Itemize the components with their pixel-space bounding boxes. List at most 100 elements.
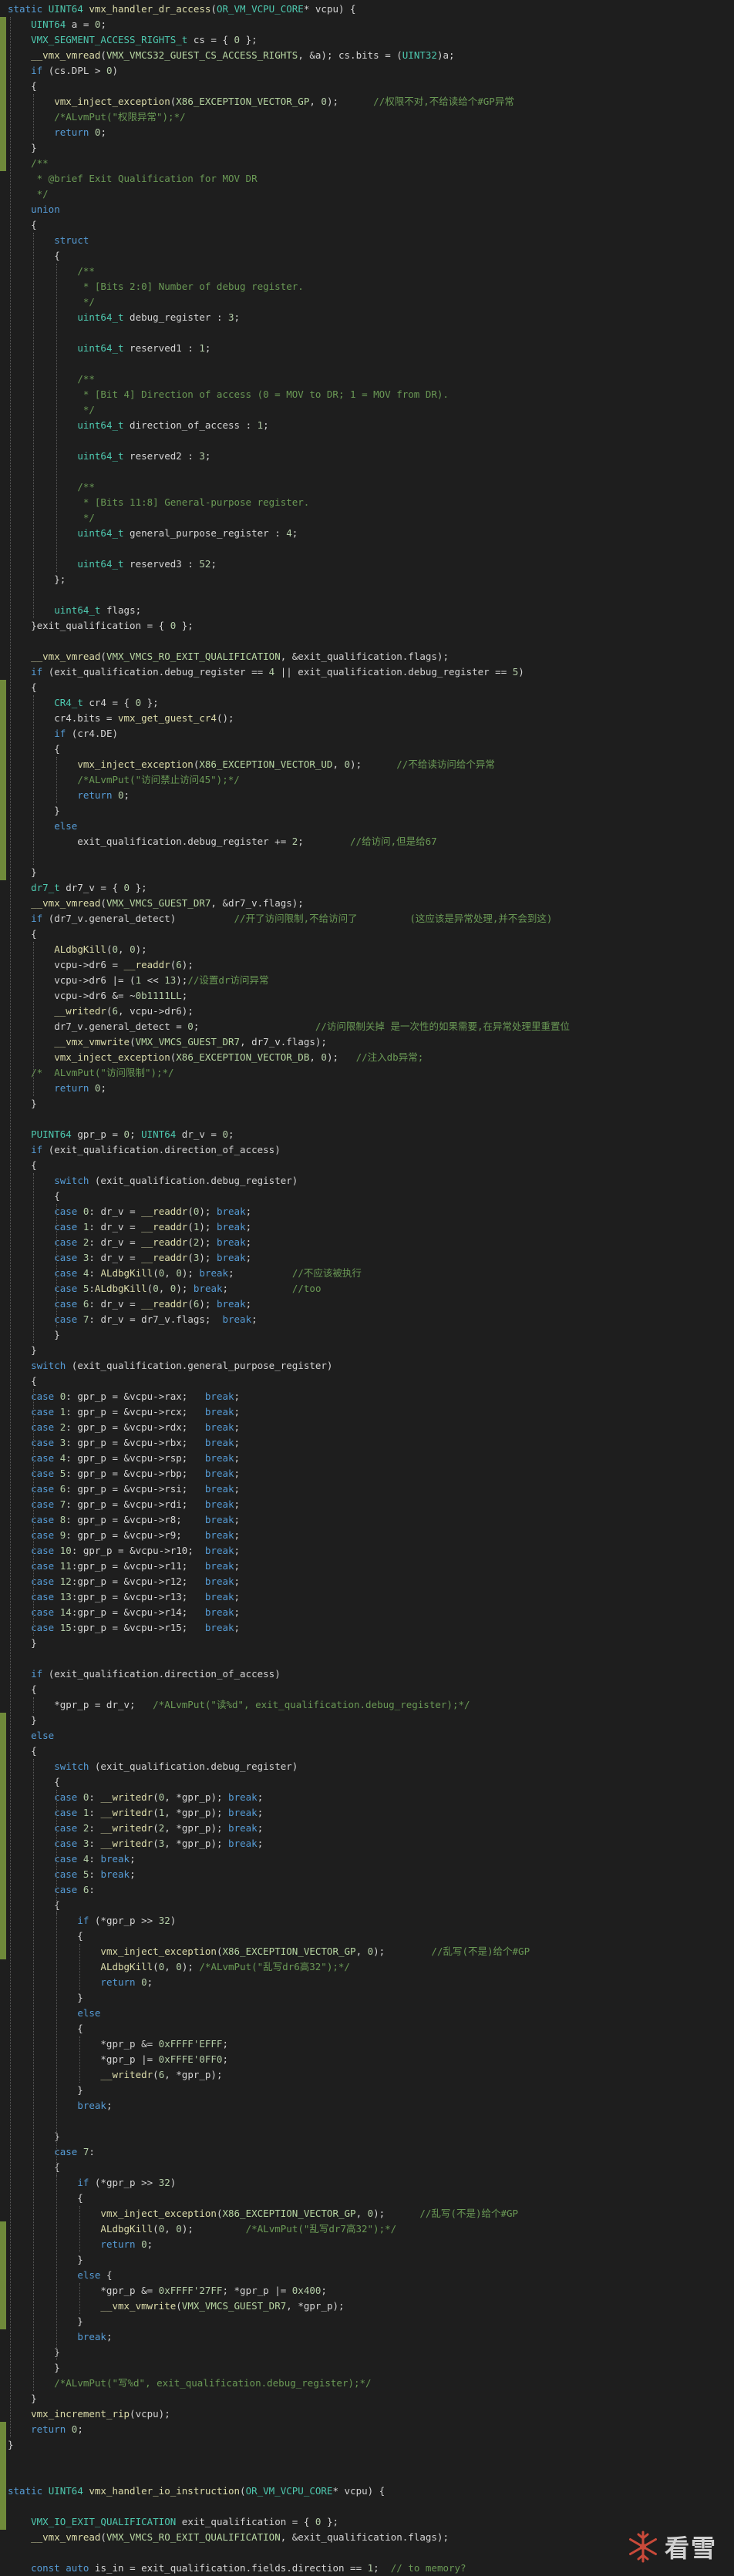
code-line[interactable]: { — [0, 79, 734, 94]
code-line[interactable]: } — [0, 803, 734, 819]
code-line[interactable]: case 1: __writedr(1, *gpr_p); break; — [0, 1805, 734, 1821]
code-line[interactable]: uint64_t debug_register : 3; — [0, 310, 734, 325]
code-line[interactable]: *gpr_p &= 0xFFFF'27FF; *gpr_p |= 0x400; — [0, 2283, 734, 2299]
code-line[interactable]: ALdbgKill(0, 0); /*ALvmPut("乱写dr7高32");*… — [0, 2221, 734, 2237]
code-line[interactable]: case 9: gpr_p = &vcpu->r9; break; — [0, 1528, 734, 1543]
code-line[interactable]: case 5: break; — [0, 1867, 734, 1882]
code-line[interactable]: /*ALvmPut("权限异常");*/ — [0, 109, 734, 125]
code-line[interactable]: { — [0, 742, 734, 757]
code-line[interactable]: if (*gpr_p >> 32) — [0, 2175, 734, 2191]
code-line[interactable]: case 15:gpr_p = &vcpu->r15; break; — [0, 1620, 734, 1636]
code-line[interactable] — [0, 2499, 734, 2514]
code-line[interactable]: vcpu->dr6 = __readdr(6); — [0, 957, 734, 973]
code-line[interactable]: if (exit_qualification.debug_register ==… — [0, 664, 734, 680]
code-line[interactable]: case 3: dr_v = __readdr(3); break; — [0, 1250, 734, 1266]
code-line[interactable]: dr7_v.general_detect = 0; //访问限制关掉 是一次性的… — [0, 1019, 734, 1034]
code-line[interactable]: vmx_inject_exception(X86_EXCEPTION_VECTO… — [0, 1944, 734, 1959]
code-line[interactable]: case 14:gpr_p = &vcpu->r14; break; — [0, 1605, 734, 1620]
code-line[interactable]: } — [0, 1343, 734, 1358]
code-line[interactable]: case 4: gpr_p = &vcpu->rsp; break; — [0, 1451, 734, 1466]
code-line[interactable]: return 0; — [0, 2422, 734, 2437]
code-line[interactable]: case 13:gpr_p = &vcpu->r13; break; — [0, 1589, 734, 1605]
code-line[interactable]: { — [0, 2021, 734, 2036]
code-line[interactable]: __vmx_vmwrite(VMX_VMCS_GUEST_DR7, dr7_v.… — [0, 1034, 734, 1050]
code-line[interactable]: }; — [0, 572, 734, 587]
code-line[interactable]: __vmx_vmread(VMX_VMCS_RO_EXIT_QUALIFICAT… — [0, 649, 734, 664]
code-line[interactable]: /** — [0, 479, 734, 495]
code-line[interactable]: case 11:gpr_p = &vcpu->r11; break; — [0, 1559, 734, 1574]
code-line[interactable] — [0, 2453, 734, 2468]
code-line[interactable]: vcpu->dr6 &= ~0b1111LL; — [0, 988, 734, 1004]
code-line[interactable]: /** — [0, 264, 734, 279]
code-line[interactable]: } — [0, 2345, 734, 2360]
code-line[interactable]: if (exit_qualification.direction_of_acce… — [0, 1666, 734, 1682]
code-line[interactable]: return 0; — [0, 788, 734, 803]
code-line[interactable]: vcpu->dr6 |= (1 << 13);//设置dr访问异常 — [0, 973, 734, 988]
code-line[interactable]: if (exit_qualification.direction_of_acce… — [0, 1142, 734, 1158]
code-line[interactable]: * @brief Exit Qualification for MOV DR — [0, 171, 734, 187]
code-line[interactable]: case 7: — [0, 2144, 734, 2160]
code-line[interactable]: return 0; — [0, 1081, 734, 1096]
code-line[interactable]: *gpr_p &= 0xFFFF'EFFF; — [0, 2036, 734, 2052]
code-line[interactable]: return 0; — [0, 1975, 734, 1990]
code-line[interactable]: case 5: gpr_p = &vcpu->rbp; break; — [0, 1466, 734, 1481]
code-line[interactable] — [0, 325, 734, 341]
code-line[interactable]: } — [0, 1327, 734, 1343]
code-line[interactable]: { — [0, 1682, 734, 1697]
code-line[interactable]: uint64_t general_purpose_register : 4; — [0, 526, 734, 541]
code-line[interactable]: switch (exit_qualification.debug_registe… — [0, 1173, 734, 1189]
code-line[interactable]: } — [0, 2129, 734, 2144]
code-line[interactable]: vmx_increment_rip(vcpu); — [0, 2406, 734, 2422]
code-line[interactable]: case 1: gpr_p = &vcpu->rcx; break; — [0, 1404, 734, 1420]
code-line[interactable]: static UINT64 vmx_handler_io_instruction… — [0, 2484, 734, 2499]
code-line[interactable]: vmx_inject_exception(X86_EXCEPTION_VECTO… — [0, 2206, 734, 2221]
code-line[interactable]: return 0; — [0, 2237, 734, 2252]
code-line[interactable]: uint64_t reserved1 : 1; — [0, 341, 734, 356]
code-line[interactable]: /** — [0, 156, 734, 171]
code-line[interactable] — [0, 2545, 734, 2561]
code-line[interactable]: else — [0, 2006, 734, 2021]
code-line[interactable]: case 8: gpr_p = &vcpu->r8; break; — [0, 1512, 734, 1528]
code-line[interactable]: { — [0, 1929, 734, 1944]
code-line[interactable]: uint64_t flags; — [0, 603, 734, 618]
code-line[interactable]: case 3: gpr_p = &vcpu->rbx; break; — [0, 1435, 734, 1451]
code-line[interactable]: break; — [0, 2098, 734, 2114]
code-line[interactable]: case 4: break; — [0, 1851, 734, 1867]
code-line[interactable]: vmx_inject_exception(X86_EXCEPTION_VECTO… — [0, 1050, 734, 1065]
code-line[interactable]: case 12:gpr_p = &vcpu->r12; break; — [0, 1574, 734, 1589]
code-line[interactable]: else — [0, 1728, 734, 1744]
code-line[interactable]: CR4_t cr4 = { 0 }; — [0, 695, 734, 711]
code-line[interactable]: case 2: gpr_p = &vcpu->rdx; break; — [0, 1420, 734, 1435]
code-line[interactable]: case 10: gpr_p = &vcpu->r10; break; — [0, 1543, 734, 1559]
code-line[interactable]: { — [0, 2191, 734, 2206]
code-line[interactable]: dr7_t dr7_v = { 0 }; — [0, 880, 734, 896]
code-line[interactable]: *gpr_p |= 0xFFFE'0FF0; — [0, 2052, 734, 2067]
code-line[interactable]: case 6: gpr_p = &vcpu->rsi; break; — [0, 1481, 734, 1497]
code-line[interactable] — [0, 541, 734, 557]
code-line[interactable]: union — [0, 202, 734, 217]
code-line[interactable]: case 0: gpr_p = &vcpu->rax; break; — [0, 1389, 734, 1404]
code-line[interactable]: * [Bits 11:8] General-purpose register. — [0, 495, 734, 510]
code-line[interactable]: case 7: dr_v = dr7_v.flags; break; — [0, 1312, 734, 1327]
code-line[interactable]: __vmx_vmread(VMX_VMCS_RO_EXIT_QUALIFICAT… — [0, 2530, 734, 2545]
code-line[interactable]: switch (exit_qualification.debug_registe… — [0, 1759, 734, 1774]
code-line[interactable]: */ — [0, 294, 734, 310]
code-line[interactable]: /*ALvmPut("访问禁止访问45");*/ — [0, 772, 734, 788]
code-line[interactable]: case 0: __writedr(0, *gpr_p); break; — [0, 1790, 734, 1805]
code-line[interactable]: ALdbgKill(0, 0); /*ALvmPut("乱写dr6高32");*… — [0, 1959, 734, 1975]
code-line[interactable]: * [Bits 2:0] Number of debug register. — [0, 279, 734, 294]
code-line[interactable]: if (cs.DPL > 0) — [0, 63, 734, 79]
code-line[interactable]: */ — [0, 510, 734, 526]
code-line[interactable]: PUINT64 gpr_p = 0; UINT64 dr_v = 0; — [0, 1127, 734, 1142]
code-line[interactable]: } — [0, 1713, 734, 1728]
code-line[interactable]: } — [0, 2437, 734, 2453]
code-line[interactable]: { — [0, 1898, 734, 1913]
code-line[interactable]: case 1: dr_v = __readdr(1); break; — [0, 1219, 734, 1235]
code-line[interactable] — [0, 2468, 734, 2484]
code-line[interactable] — [0, 1111, 734, 1127]
code-line[interactable]: /* ALvmPut("访问限制");*/ — [0, 1065, 734, 1081]
code-line[interactable]: struct — [0, 233, 734, 248]
code-line[interactable]: switch (exit_qualification.general_purpo… — [0, 1358, 734, 1374]
code-line[interactable]: ALdbgKill(0, 0); — [0, 942, 734, 957]
code-line[interactable]: { — [0, 1774, 734, 1790]
